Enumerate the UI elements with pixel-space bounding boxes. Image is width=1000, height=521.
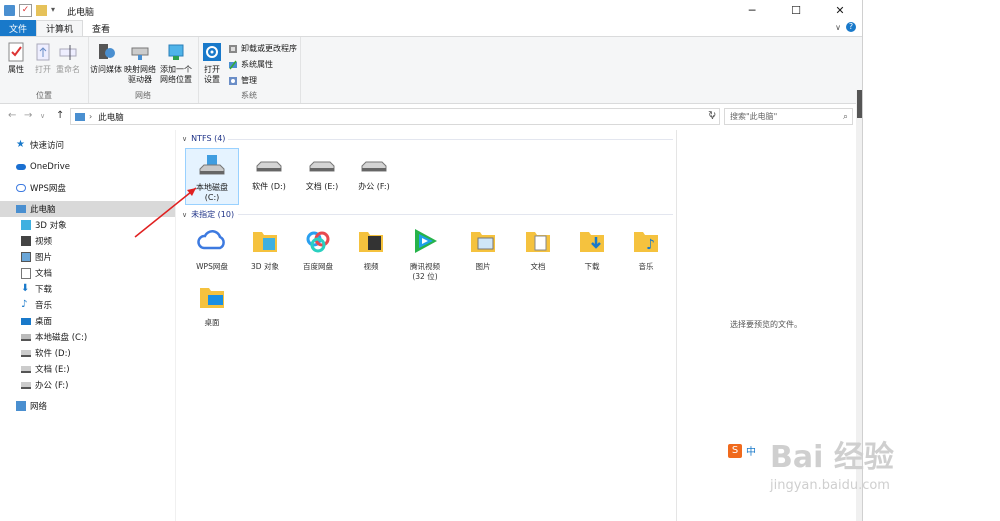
- ime-mode-label[interactable]: 中: [746, 443, 756, 458]
- ime-toolbar[interactable]: S 中: [728, 443, 756, 458]
- sogou-s-icon[interactable]: S: [728, 443, 742, 458]
- baidu-watermark: Bai 经验: [770, 440, 894, 475]
- baidu-watermark-url: jingyan.baidu.com: [770, 478, 890, 493]
